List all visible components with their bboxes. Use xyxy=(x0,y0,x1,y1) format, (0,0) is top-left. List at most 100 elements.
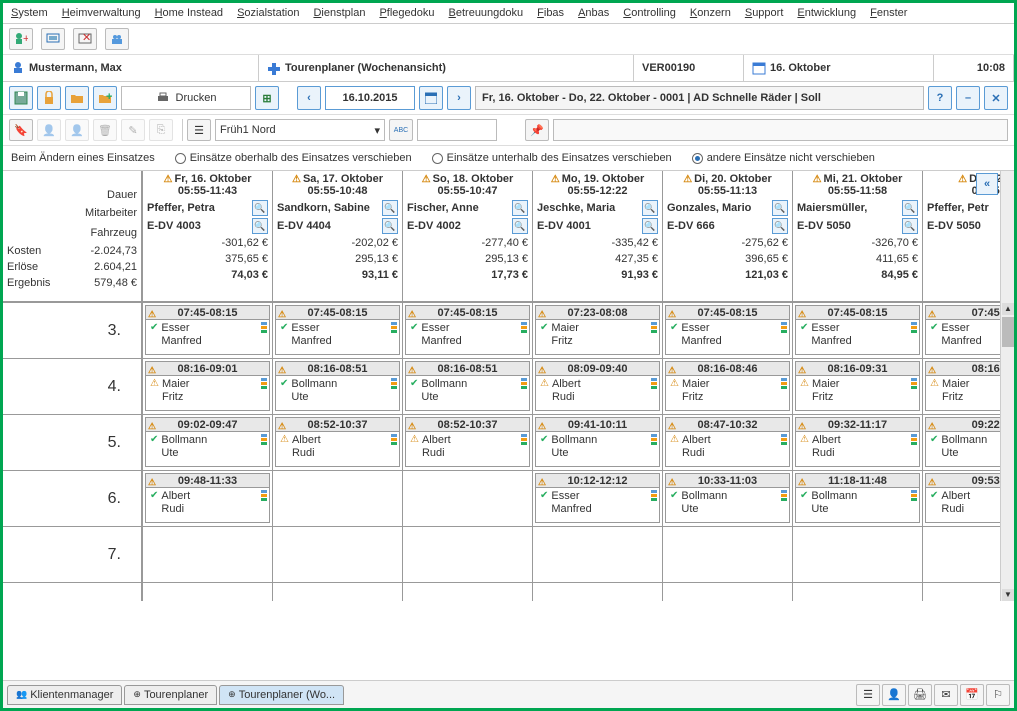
radio-above[interactable]: Einsätze oberhalb des Einsatzes verschie… xyxy=(175,152,412,164)
bookmark-icon[interactable]: 🔖 xyxy=(9,119,33,141)
note-input[interactable] xyxy=(553,119,1008,141)
tab-1[interactable]: ⊕Tourenplaner xyxy=(124,685,217,705)
appointment[interactable]: ⚠07:45-08:15✔EsserManfred xyxy=(275,305,400,355)
user-add-icon[interactable]: + xyxy=(9,28,33,50)
menu-entwicklung[interactable]: Entwicklung xyxy=(797,7,856,19)
appointment[interactable]: ⚠08:16-09:31⚠MaierFritz xyxy=(795,361,920,411)
folder-add-icon[interactable]: + xyxy=(93,86,117,110)
menu-betreuungdoku[interactable]: Betreuungdoku xyxy=(449,7,524,19)
appointment[interactable]: ⚠08:09-09:40⚠AlbertRudi xyxy=(535,361,660,411)
status-user-icon[interactable]: 👤 xyxy=(882,684,906,706)
scrollbar-vertical[interactable]: ▲ ▼ xyxy=(1000,171,1014,601)
status-flag-icon[interactable]: ⚐ xyxy=(986,684,1010,706)
appointment[interactable]: ⚠10:12-12:12✔EsserManfred xyxy=(535,473,660,523)
appointment[interactable]: ⚠08:52-10:37⚠AlbertRudi xyxy=(275,417,400,467)
status-cal-icon[interactable]: 📅 xyxy=(960,684,984,706)
search-emp-icon[interactable]: 🔍 xyxy=(382,200,398,216)
users-icon[interactable] xyxy=(105,28,129,50)
search-veh-icon[interactable]: 🔍 xyxy=(512,218,528,234)
appointment[interactable]: ⚠11:18-11:48✔BollmannUte xyxy=(795,473,920,523)
menu-fibas[interactable]: Fibas xyxy=(537,7,564,19)
abc-icon[interactable]: ABC xyxy=(389,119,413,141)
search-emp-icon[interactable]: 🔍 xyxy=(902,200,918,216)
appointment[interactable]: ⚠08:16-09:01⚠MaierFritz xyxy=(145,361,270,411)
menu-heimverwaltung[interactable]: Heimverwaltung xyxy=(62,7,141,19)
menu-controlling[interactable]: Controlling xyxy=(623,7,676,19)
appointment[interactable]: ⚠09:02-09:47✔BollmannUte xyxy=(145,417,270,467)
appointment[interactable]: ⚠09:48-11:33✔AlbertRudi xyxy=(145,473,270,523)
option-label: Beim Ändern eines Einsatzes xyxy=(11,152,155,164)
appointment[interactable]: ⚠09:22-✔BollmannUte xyxy=(925,417,1000,467)
next-button[interactable]: › xyxy=(447,86,471,110)
appointment[interactable]: ⚠09:53-✔AlbertRudi xyxy=(925,473,1000,523)
person1-icon[interactable]: 👤 xyxy=(37,119,61,141)
edit-icon[interactable]: ✎ xyxy=(121,119,145,141)
close-button[interactable]: ✕ xyxy=(984,86,1008,110)
status-print-icon[interactable]: 🖨 xyxy=(908,684,932,706)
folder-open-icon[interactable] xyxy=(65,86,89,110)
appointment[interactable]: ⚠07:45-08:15✔EsserManfred xyxy=(405,305,530,355)
lock-icon[interactable] xyxy=(37,86,61,110)
appointment[interactable]: ⚠10:33-11:03✔BollmannUte xyxy=(665,473,790,523)
module-title: Tourenplaner (Wochenansicht) xyxy=(259,55,634,81)
window-close-icon[interactable]: ✕ xyxy=(73,28,97,50)
menu-sozialstation[interactable]: Sozialstation xyxy=(237,7,299,19)
appointment[interactable]: ⚠07:45-08:15✔EsserManfred xyxy=(665,305,790,355)
appointment[interactable]: ⚠08:16-⚠MaierFritz xyxy=(925,361,1000,411)
appointment[interactable]: ⚠08:52-10:37⚠AlbertRudi xyxy=(405,417,530,467)
pin-icon[interactable]: 📌 xyxy=(525,119,549,141)
appointment[interactable]: ⚠07:45-08:15✔EsserManfred xyxy=(795,305,920,355)
appointment[interactable]: ⚠09:32-11:17⚠AlbertRudi xyxy=(795,417,920,467)
excel-icon[interactable]: ⊞ xyxy=(255,86,279,110)
appointment[interactable]: ⚠07:45-✔EsserManfred xyxy=(925,305,1000,355)
search-veh-icon[interactable]: 🔍 xyxy=(902,218,918,234)
filter-input[interactable] xyxy=(417,119,497,141)
search-veh-icon[interactable]: 🔍 xyxy=(382,218,398,234)
menu-support[interactable]: Support xyxy=(745,7,784,19)
toolbar-top: + ✕ xyxy=(3,24,1014,55)
search-veh-icon[interactable]: 🔍 xyxy=(252,218,268,234)
appointment[interactable]: ⚠07:45-08:15✔EsserManfred xyxy=(145,305,270,355)
search-veh-icon[interactable]: 🔍 xyxy=(772,218,788,234)
screen-icon[interactable] xyxy=(41,28,65,50)
radio-below[interactable]: Einsätze unterhalb des Einsatzes verschi… xyxy=(432,152,672,164)
delete-icon[interactable]: 🗑 xyxy=(93,119,117,141)
menu-home instead[interactable]: Home Instead xyxy=(155,7,224,19)
appointment[interactable]: ⚠08:16-08:51✔BollmannUte xyxy=(275,361,400,411)
copy-icon[interactable]: ⎘ xyxy=(149,119,173,141)
menu-fenster[interactable]: Fenster xyxy=(870,7,907,19)
person2-icon[interactable]: 👤 xyxy=(65,119,89,141)
search-emp-icon[interactable]: 🔍 xyxy=(512,200,528,216)
calendar-icon[interactable] xyxy=(419,86,443,110)
status-mail-icon[interactable]: ✉ xyxy=(934,684,958,706)
appointment[interactable]: ⚠08:47-10:32⚠AlbertRudi xyxy=(665,417,790,467)
print-button[interactable]: Drucken xyxy=(121,86,251,110)
menu-system[interactable]: System xyxy=(11,7,48,19)
help-icon[interactable]: ? xyxy=(928,86,952,110)
search-emp-icon[interactable]: 🔍 xyxy=(252,200,268,216)
appointment[interactable]: ⚠09:41-10:11✔BollmannUte xyxy=(535,417,660,467)
search-veh-icon[interactable]: 🔍 xyxy=(642,218,658,234)
tab-0[interactable]: 👥Klientenmanager xyxy=(7,685,122,705)
status-list-icon[interactable]: ☰ xyxy=(856,684,880,706)
search-emp-icon[interactable]: 🔍 xyxy=(642,200,658,216)
menu-dienstplan[interactable]: Dienstplan xyxy=(313,7,365,19)
prev-button[interactable]: ‹ xyxy=(297,86,321,110)
shift-combo[interactable]: Früh1 Nord▾ xyxy=(215,119,385,141)
tab-2[interactable]: ⊕Tourenplaner (Wo... xyxy=(219,685,344,705)
list-icon[interactable]: ☰ xyxy=(187,119,211,141)
row-number: 6. xyxy=(3,471,141,527)
date-input[interactable]: 16.10.2015 xyxy=(325,86,415,110)
menu-anbas[interactable]: Anbas xyxy=(578,7,609,19)
radio-none[interactable]: andere Einsätze nicht verschieben xyxy=(692,152,875,164)
save-icon[interactable] xyxy=(9,86,33,110)
row-number: 5. xyxy=(3,415,141,471)
appointment[interactable]: ⚠08:16-08:46⚠MaierFritz xyxy=(665,361,790,411)
menu-konzern[interactable]: Konzern xyxy=(690,7,731,19)
minimize-button[interactable]: – xyxy=(956,86,980,110)
appointment[interactable]: ⚠08:16-08:51✔BollmannUte xyxy=(405,361,530,411)
appointment[interactable]: ⚠07:23-08:08✔MaierFritz xyxy=(535,305,660,355)
search-emp-icon[interactable]: 🔍 xyxy=(772,200,788,216)
menu-pflegedoku[interactable]: Pflegedoku xyxy=(379,7,434,19)
collapse-button[interactable]: « xyxy=(976,173,998,195)
